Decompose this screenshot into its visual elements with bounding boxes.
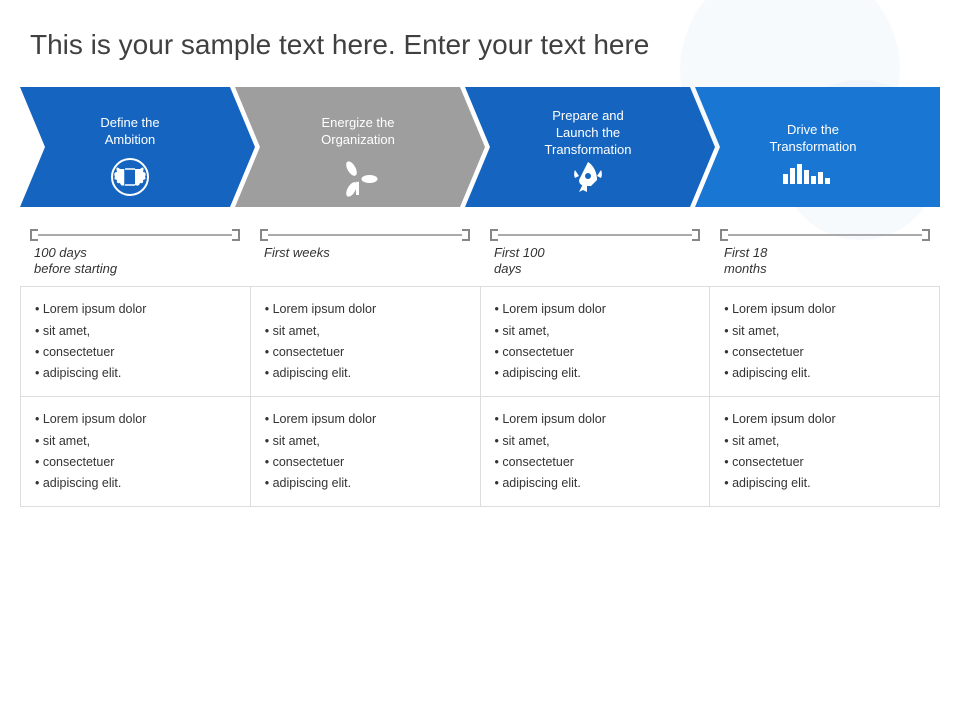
- content-col-1-4: Lorem ipsum dolor sit amet, consectetuer…: [710, 286, 940, 396]
- timeline-item-2: First weeks: [250, 229, 480, 279]
- timeline-label-3: First 100days: [490, 245, 545, 279]
- timeline-row: 100 daysbefore starting First weeks Firs…: [0, 229, 960, 279]
- timeline-item-4: First 18months: [710, 229, 940, 279]
- arrow-label-1: Define the: [100, 115, 159, 130]
- timeline-item-1: 100 daysbefore starting: [20, 229, 250, 279]
- content-grid-row1: Lorem ipsum dolor sit amet, consectetuer…: [0, 286, 960, 396]
- timeline-line-3: [490, 229, 700, 241]
- content-list-1-1: Lorem ipsum dolor sit amet, consectetuer…: [35, 299, 236, 384]
- list-item: consectetuer: [35, 452, 236, 473]
- content-grid-row2: Lorem ipsum dolor sit amet, consectetuer…: [0, 396, 960, 507]
- arrow-label-2: Energize the: [322, 115, 395, 130]
- list-item: Lorem ipsum dolor: [724, 299, 925, 320]
- list-item: adipiscing elit.: [35, 473, 236, 494]
- content-list-2-1: Lorem ipsum dolor sit amet, consectetuer…: [35, 409, 236, 494]
- content-list-1-4: Lorem ipsum dolor sit amet, consectetuer…: [724, 299, 925, 384]
- list-item: adipiscing elit.: [495, 473, 696, 494]
- list-item: adipiscing elit.: [724, 473, 925, 494]
- timeline-tick-left-2: [260, 229, 268, 241]
- content-col-2-1: Lorem ipsum dolor sit amet, consectetuer…: [20, 396, 251, 507]
- list-item: consectetuer: [724, 342, 925, 363]
- list-item: sit amet,: [495, 431, 696, 452]
- content-col-2-4: Lorem ipsum dolor sit amet, consectetuer…: [710, 396, 940, 507]
- content-col-2-2: Lorem ipsum dolor sit amet, consectetuer…: [251, 396, 481, 507]
- content-col-2-3: Lorem ipsum dolor sit amet, consectetuer…: [481, 396, 711, 507]
- list-item: Lorem ipsum dolor: [265, 409, 466, 430]
- list-item: Lorem ipsum dolor: [35, 299, 236, 320]
- content-list-2-4: Lorem ipsum dolor sit amet, consectetuer…: [724, 409, 925, 494]
- arrow-label-4: Drive the: [787, 122, 839, 137]
- list-item: Lorem ipsum dolor: [724, 409, 925, 430]
- list-item: sit amet,: [724, 431, 925, 452]
- list-item: sit amet,: [35, 431, 236, 452]
- timeline-tick-right-4: [922, 229, 930, 241]
- arrow-label-1b: Ambition: [105, 132, 156, 147]
- timeline-item-3: First 100days: [480, 229, 710, 279]
- timeline-label-2: First weeks: [260, 245, 330, 262]
- timeline-tick-left-4: [720, 229, 728, 241]
- timeline-label-4: First 18months: [720, 245, 767, 279]
- arrows-section: Define the Ambition Energize the Organiz…: [0, 82, 960, 217]
- timeline-line-4: [720, 229, 930, 241]
- list-item: Lorem ipsum dolor: [495, 299, 696, 320]
- list-item: adipiscing elit.: [495, 363, 696, 384]
- content-list-2-3: Lorem ipsum dolor sit amet, consectetuer…: [495, 409, 696, 494]
- list-item: consectetuer: [495, 342, 696, 363]
- list-item: sit amet,: [724, 321, 925, 342]
- content-list-2-2: Lorem ipsum dolor sit amet, consectetuer…: [265, 409, 466, 494]
- arrow-label-2b: Organization: [321, 132, 395, 147]
- timeline-line-bar-3: [498, 234, 692, 236]
- timeline-tick-left-3: [490, 229, 498, 241]
- list-item: adipiscing elit.: [265, 473, 466, 494]
- list-item: adipiscing elit.: [265, 363, 466, 384]
- timeline-line-1: [30, 229, 240, 241]
- arrow-label-4b: Transformation: [770, 139, 857, 154]
- arrow-label-3b: Launch the: [556, 125, 620, 140]
- arrow-label-3: Prepare and: [552, 108, 624, 123]
- list-item: consectetuer: [265, 452, 466, 473]
- content-col-1-2: Lorem ipsum dolor sit amet, consectetuer…: [251, 286, 481, 396]
- content-list-1-2: Lorem ipsum dolor sit amet, consectetuer…: [265, 299, 466, 384]
- arrows-svg: Define the Ambition Energize the Organiz…: [20, 82, 940, 212]
- timeline-line-bar-4: [728, 234, 922, 236]
- content-list-1-3: Lorem ipsum dolor sit amet, consectetuer…: [495, 299, 696, 384]
- list-item: Lorem ipsum dolor: [495, 409, 696, 430]
- list-item: sit amet,: [265, 321, 466, 342]
- timeline-line-bar-1: [38, 234, 232, 236]
- timeline-tick-right-2: [462, 229, 470, 241]
- list-item: Lorem ipsum dolor: [35, 409, 236, 430]
- timeline-line-2: [260, 229, 470, 241]
- timeline-tick-right-1: [232, 229, 240, 241]
- timeline-tick-left-1: [30, 229, 38, 241]
- list-item: consectetuer: [724, 452, 925, 473]
- content-col-1-3: Lorem ipsum dolor sit amet, consectetuer…: [481, 286, 711, 396]
- arrow-shape-1: [20, 87, 255, 207]
- timeline-tick-right-3: [692, 229, 700, 241]
- list-item: consectetuer: [265, 342, 466, 363]
- timeline-line-bar-2: [268, 234, 462, 236]
- list-item: sit amet,: [35, 321, 236, 342]
- list-item: adipiscing elit.: [724, 363, 925, 384]
- list-item: consectetuer: [495, 452, 696, 473]
- list-item: sit amet,: [265, 431, 466, 452]
- list-item: consectetuer: [35, 342, 236, 363]
- content-col-1-1: Lorem ipsum dolor sit amet, consectetuer…: [20, 286, 251, 396]
- list-item: sit amet,: [495, 321, 696, 342]
- slide-container: This is your sample text here. Enter you…: [0, 0, 960, 720]
- arrow-shape-2: [235, 87, 485, 207]
- arrow-label-3c: Transformation: [545, 142, 632, 157]
- timeline-label-1: 100 daysbefore starting: [30, 245, 117, 279]
- list-item: adipiscing elit.: [35, 363, 236, 384]
- list-item: Lorem ipsum dolor: [265, 299, 466, 320]
